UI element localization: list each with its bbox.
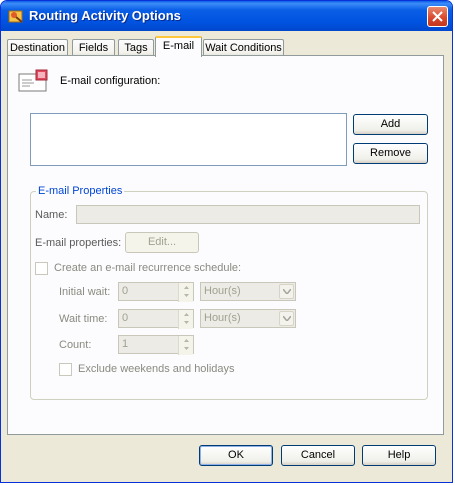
email-properties-group-title: E-mail Properties	[36, 185, 125, 197]
dialog-window: Routing Activity Options Destination Fie…	[0, 0, 453, 483]
initial-wait-label: Initial wait:	[59, 286, 111, 298]
routing-activity-icon	[8, 8, 24, 24]
email-configuration-label: E-mail configuration:	[60, 75, 161, 87]
spinner-arrows-icon	[184, 313, 189, 324]
remove-button[interactable]: Remove	[353, 143, 428, 164]
initial-wait-spinner[interactable]	[178, 283, 193, 302]
count-value: 1	[122, 338, 129, 350]
count-input[interactable]: 1	[118, 335, 194, 355]
cancel-button[interactable]: Cancel	[281, 445, 355, 466]
wait-time-spinner[interactable]	[178, 310, 193, 329]
exclude-weekends-checkbox[interactable]	[59, 363, 72, 376]
initial-wait-unit-select[interactable]: Hour(s)	[200, 282, 296, 301]
recurrence-label: Create an e-mail recurrence schedule:	[54, 262, 242, 274]
count-label: Count:	[59, 339, 92, 351]
email-properties-label: E-mail properties:	[35, 237, 122, 249]
wait-time-unit-select[interactable]: Hour(s)	[200, 309, 296, 328]
window-title: Routing Activity Options	[29, 8, 181, 23]
wait-time-label: Wait time:	[59, 313, 108, 325]
wait-time-unit-value: Hour(s)	[204, 312, 241, 324]
wait-time-value: 0	[122, 312, 129, 324]
spinner-arrows-icon	[184, 286, 189, 297]
ok-button[interactable]: OK	[199, 445, 273, 466]
add-button[interactable]: Add	[353, 114, 428, 135]
email-tab-panel: E-mail configuration: Add Remove E-mail …	[7, 55, 444, 435]
close-button[interactable]	[427, 6, 448, 27]
email-configuration-list[interactable]	[30, 113, 347, 166]
exclude-weekends-label: Exclude weekends and holidays	[78, 363, 235, 375]
spinner-arrows-icon	[184, 339, 189, 350]
title-bar[interactable]: Routing Activity Options	[1, 1, 452, 31]
initial-wait-value: 0	[122, 285, 129, 297]
edit-button[interactable]: Edit...	[125, 232, 199, 253]
close-icon	[432, 11, 443, 22]
initial-wait-input[interactable]: 0	[118, 282, 194, 302]
name-label: Name:	[35, 209, 68, 221]
recurrence-checkbox[interactable]	[35, 262, 48, 275]
name-field[interactable]	[76, 205, 420, 224]
count-spinner[interactable]	[178, 336, 193, 355]
initial-wait-unit-value: Hour(s)	[204, 285, 241, 297]
help-button[interactable]: Help	[362, 445, 436, 466]
chevron-down-icon[interactable]	[279, 311, 294, 326]
chevron-down-icon[interactable]	[279, 284, 294, 299]
wait-time-input[interactable]: 0	[118, 309, 194, 329]
tab-email[interactable]: E-mail	[155, 36, 202, 57]
email-envelope-icon	[18, 68, 50, 94]
